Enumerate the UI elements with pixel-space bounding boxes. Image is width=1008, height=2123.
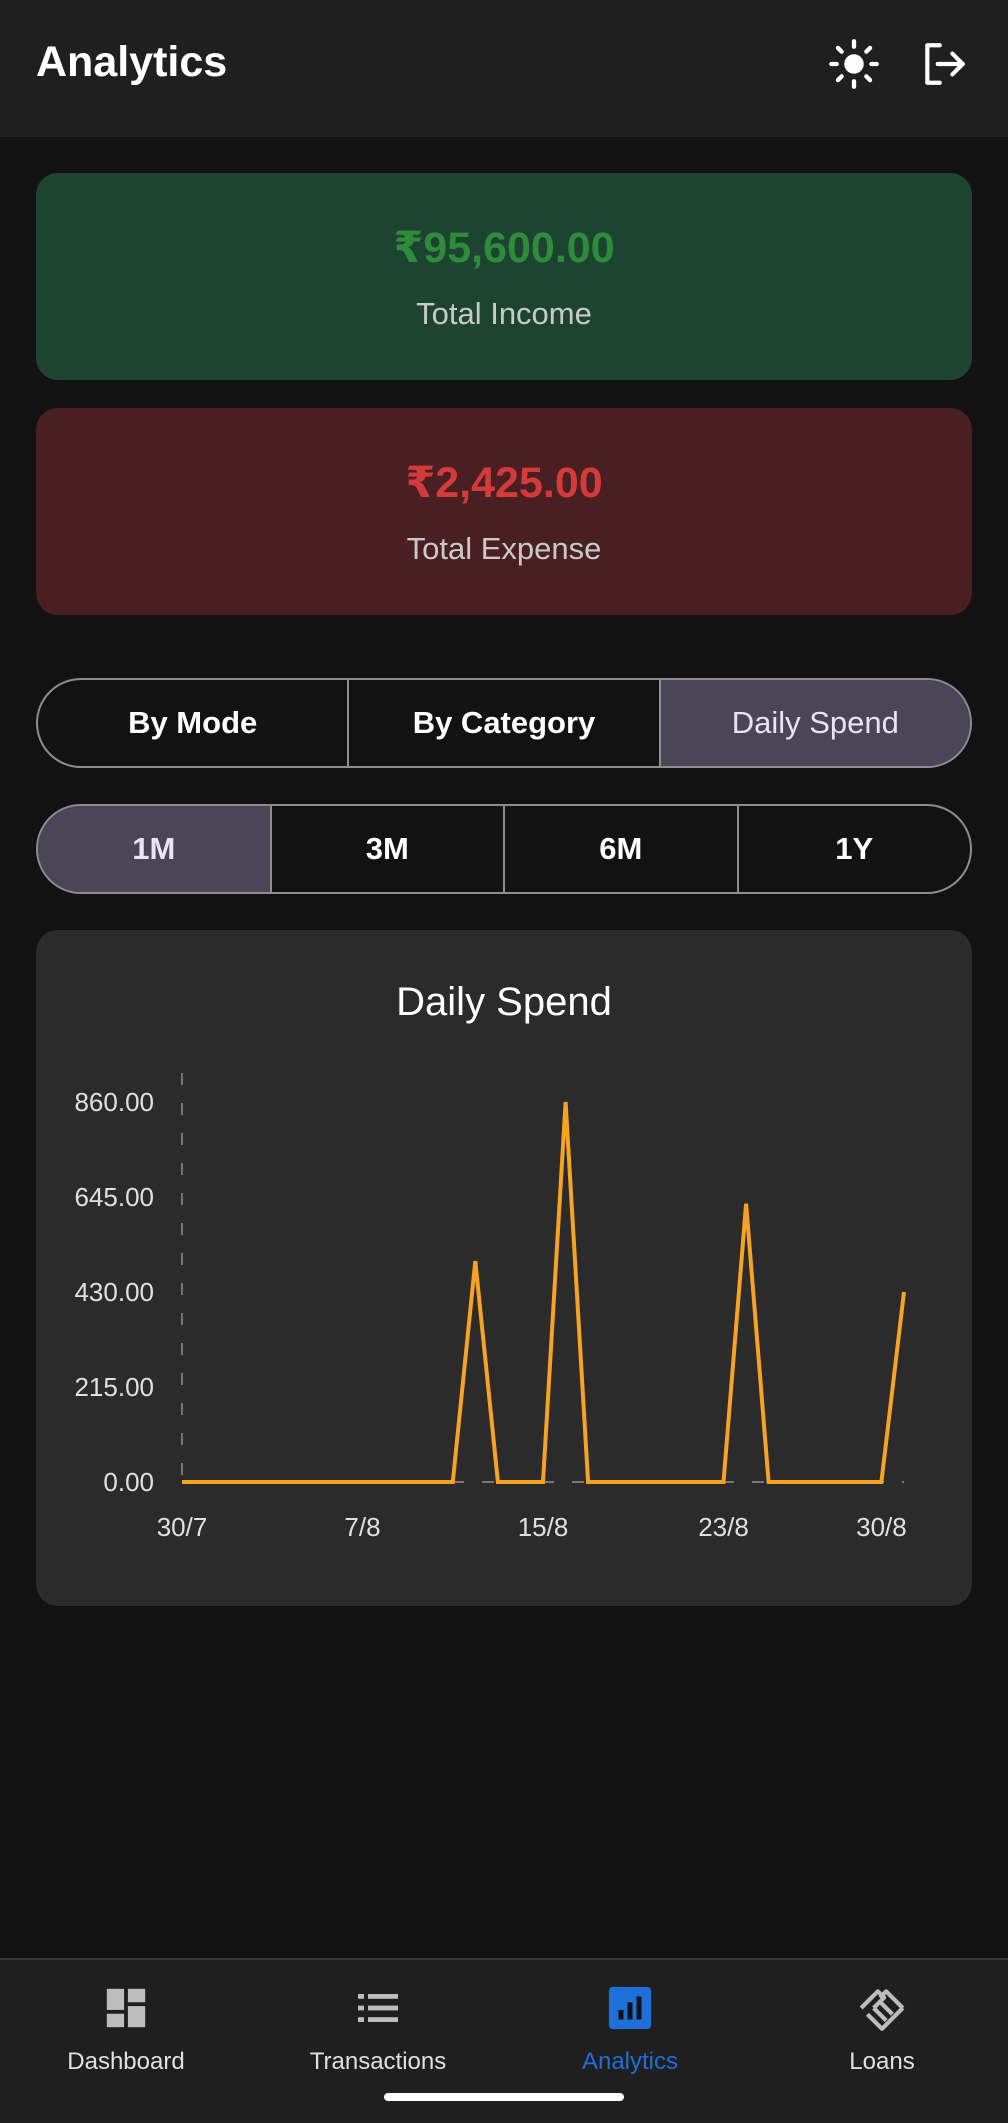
list-icon <box>358 1994 398 2022</box>
total-income-label: Total Income <box>416 296 592 331</box>
range-1y[interactable]: 1Y <box>739 806 971 892</box>
nav-analytics[interactable]: Analytics <box>504 1960 756 2090</box>
y-tick-label: 430.00 <box>74 1277 154 1307</box>
view-segmented-control: By Mode By Category Daily Spend <box>36 678 972 768</box>
range-segmented-control: 1M 3M 6M 1Y <box>36 804 972 894</box>
daily-spend-series-line <box>182 1101 906 1484</box>
x-tick-label: 15/8 <box>518 1512 569 1542</box>
logout-icon <box>925 43 965 85</box>
total-income-card: ₹95,600.00 Total Income <box>36 173 972 380</box>
app-bar: Analytics <box>0 0 1008 137</box>
range-6m[interactable]: 6M <box>505 806 739 892</box>
page-title: Analytics <box>36 38 228 86</box>
total-expense-label: Total Expense <box>406 531 602 566</box>
tab-by-category[interactable]: By Category <box>349 680 661 766</box>
nav-transactions-label: Transactions <box>309 2048 447 2075</box>
nav-dashboard-label: Dashboard <box>67 2048 185 2075</box>
total-income-amount: ₹95,600.00 <box>393 224 615 272</box>
x-tick-label: 7/8 <box>344 1512 380 1542</box>
nav-analytics-label: Analytics <box>581 2048 679 2075</box>
daily-spend-chart: 860.00 645.00 430.00 215.00 0.0030/7 7/8 15/8 2… <box>74 1073 907 1542</box>
nav-dashboard[interactable]: Dashboard <box>0 1960 252 2090</box>
home-indicator <box>384 2093 624 2101</box>
tab-by-mode[interactable]: By Mode <box>38 680 350 766</box>
analytics-icon <box>608 1986 652 2030</box>
x-tick-label: 30/7 <box>157 1512 208 1542</box>
dashboard-icon <box>106 1988 146 2028</box>
nav-transactions[interactable]: Transactions <box>252 1960 504 2090</box>
y-tick-label: 0.00 <box>103 1467 154 1497</box>
total-expense-amount: ₹2,425.00 <box>405 459 603 507</box>
nav-loans[interactable]: Loans <box>756 1960 1008 2090</box>
range-1m[interactable]: 1M <box>38 806 272 892</box>
tab-daily-spend[interactable]: Daily Spend <box>660 680 970 766</box>
total-expense-card: ₹2,425.00 Total Expense <box>36 408 972 615</box>
logout-button[interactable] <box>916 36 972 92</box>
y-tick-label: 645.00 <box>74 1182 154 1212</box>
sun-icon <box>829 39 879 89</box>
y-tick-label: 215.00 <box>74 1372 154 1402</box>
theme-toggle-button[interactable] <box>826 36 882 92</box>
handshake-icon <box>859 1989 905 2031</box>
nav-loans-label: Loans <box>849 2048 915 2075</box>
daily-spend-chart-card: Daily Spend 860.00 645.00 430.00 215.00 0.00… <box>36 930 972 1606</box>
range-3m[interactable]: 3M <box>272 806 505 892</box>
y-tick-label: 860.00 <box>74 1087 154 1117</box>
x-tick-label: 23/8 <box>698 1512 749 1542</box>
x-tick-label: 30/8 <box>856 1512 907 1542</box>
